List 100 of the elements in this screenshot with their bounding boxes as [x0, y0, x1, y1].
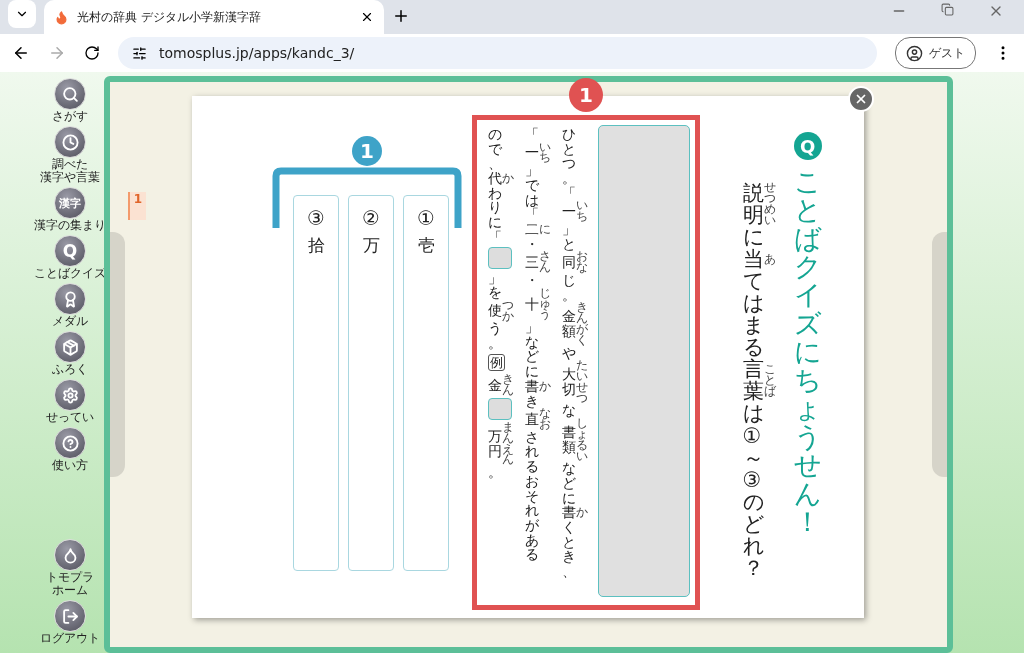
choice-kanji: 万 — [362, 234, 380, 257]
passage-text: てはまる — [742, 270, 764, 359]
ruby-text: か — [539, 380, 552, 392]
ruby-text: つか — [501, 299, 514, 322]
quiz-title: ことばクイズにちょうせん！ — [794, 168, 822, 537]
passage-text: されるおそれがある — [525, 429, 540, 562]
ruby-text: まんえん — [501, 422, 514, 466]
ruby-text: いち — [539, 141, 552, 164]
passage-text: う。 — [487, 321, 502, 351]
passage-text: 十 — [525, 296, 540, 312]
blank-slot — [487, 246, 512, 269]
site-info-icon[interactable] — [132, 45, 147, 61]
help-icon[interactable] — [54, 427, 86, 459]
ruby-text: しょるい — [576, 418, 589, 462]
passage-text: 」では「 — [525, 163, 540, 223]
passage-text: くとき、 — [562, 520, 577, 579]
restore-icon[interactable] — [941, 3, 954, 17]
ruby-text: たいせつ — [576, 360, 589, 404]
medal-icon[interactable] — [54, 283, 86, 315]
passage-text: な — [562, 403, 577, 419]
passage-text: 金 — [487, 377, 502, 393]
number-badge: 1 — [352, 136, 383, 166]
passage-text: 当 — [742, 248, 764, 271]
passage-text: 大切 — [562, 367, 577, 397]
passage-text: ・ — [525, 273, 540, 288]
ruby-text: なお — [539, 408, 552, 430]
ruby-text: きん — [501, 374, 514, 397]
sidebar-button[interactable]: Q — [54, 235, 86, 267]
sidebar-label: さがす — [52, 110, 88, 123]
choice-kanji: 拾 — [307, 234, 325, 257]
reload-icon[interactable] — [84, 45, 100, 62]
passage-text: 」などに — [525, 320, 540, 379]
passage-text: 」と — [562, 222, 577, 252]
ruby-text: おな — [576, 251, 589, 273]
profile-name: ゲスト — [929, 44, 965, 62]
passage-text: 言葉 — [742, 358, 764, 403]
number-badge: 1 — [569, 78, 604, 112]
passage-text: 代 — [487, 171, 502, 186]
passage-text: 万円 — [487, 428, 502, 459]
passage-text: に — [742, 226, 764, 249]
passage-text: き — [525, 393, 540, 409]
box-icon[interactable] — [54, 331, 86, 363]
sidebar-label: メダル — [52, 315, 88, 328]
quiz-icon: Q — [793, 132, 822, 160]
choice-card[interactable]: ① 壱 — [403, 195, 450, 571]
passage-text: 直 — [525, 411, 540, 427]
logout-icon[interactable] — [54, 600, 86, 632]
example-mark: 例 — [487, 353, 505, 372]
blank-slot — [487, 398, 512, 421]
passage-text: などに — [562, 461, 577, 506]
passage-text: 金額 — [562, 309, 577, 339]
sidebar-label: 使い方 — [52, 459, 88, 472]
passage-text: ひとつ。「 — [562, 127, 577, 201]
profile-button[interactable]: ゲスト — [895, 37, 976, 70]
passage-text: 書類 — [562, 425, 577, 455]
passage-text: や — [562, 345, 577, 361]
passage-text: 」を — [487, 270, 502, 300]
choice-card[interactable]: ② 万 — [348, 195, 395, 571]
sidebar-label: 調べた 漢字や言葉 — [40, 158, 100, 184]
close-button[interactable] — [848, 86, 875, 112]
ruby-text: じゅう — [539, 287, 552, 321]
ruby-text: か — [501, 173, 514, 184]
choice-number: ① — [417, 206, 435, 230]
passage-text: 一 — [525, 145, 540, 160]
settings-icon[interactable] — [54, 379, 86, 411]
ruby-text: さん — [539, 251, 552, 273]
passage-text: 説明 — [742, 182, 764, 227]
ruby-text: に — [539, 223, 552, 235]
search-icon[interactable] — [54, 78, 86, 110]
sidebar-label: せってい — [46, 411, 94, 424]
passage-text: 書 — [562, 505, 577, 521]
ruby-text: いち — [576, 200, 589, 223]
sidebar-label: トモプラ ホーム — [46, 571, 94, 597]
passage-text: 同 — [562, 254, 577, 270]
passage-text: 使 — [487, 303, 502, 318]
choice-kanji: 壱 — [417, 234, 435, 257]
passage-text: 二 — [525, 222, 540, 237]
home-icon[interactable] — [54, 539, 86, 571]
browser-tab[interactable]: 光村の辞典 デジタル小学新漢字辞 — [44, 0, 384, 35]
address-bar[interactable]: tomosplus.jp/apps/kandc_3/ — [118, 37, 877, 70]
passage-text: は①～③のどれ？ — [742, 402, 764, 579]
sidebar-label: ふろく — [52, 363, 88, 376]
choice-number: ② — [362, 206, 380, 230]
passage-text: 一 — [562, 203, 577, 219]
passage-text: 書 — [525, 378, 540, 394]
choice-card[interactable]: ③ 拾 — [293, 195, 340, 571]
passage-text: 「 — [525, 127, 540, 142]
sidebar-label: ログアウト — [40, 632, 100, 645]
ruby-text: せつめい — [763, 182, 776, 226]
sidebar-button[interactable]: 漢字 — [54, 187, 86, 219]
ruby-text: あ — [763, 253, 776, 265]
user-icon — [906, 44, 923, 62]
flame-icon — [54, 9, 69, 25]
passage-text: ので、 — [487, 127, 502, 172]
ruby-text: ことば — [763, 364, 776, 397]
passage-text: わりに「 — [487, 185, 502, 245]
passage-text: じ。 — [562, 273, 577, 303]
ruby-text: きんがく — [576, 302, 589, 346]
passage-text: ・ — [525, 236, 540, 252]
history-icon[interactable] — [54, 126, 86, 158]
